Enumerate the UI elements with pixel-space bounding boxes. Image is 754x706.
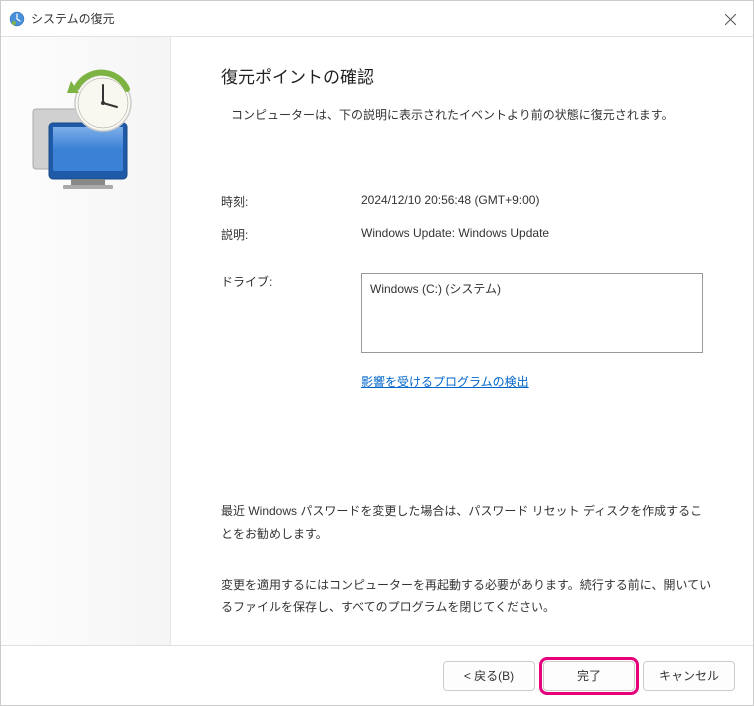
close-button[interactable] (707, 1, 753, 37)
drive-listbox[interactable]: Windows (C:) (システム) (361, 273, 703, 353)
finish-button[interactable]: 完了 (543, 661, 635, 691)
footer-buttons: < 戻る(B) 完了 キャンセル (1, 645, 753, 705)
scan-affected-programs-link[interactable]: 影響を受けるプログラムの検出 (361, 373, 529, 390)
system-restore-dialog: システムの復元 (0, 0, 754, 706)
cancel-button[interactable]: キャンセル (643, 661, 735, 691)
description-label: 説明: (221, 226, 361, 243)
time-label: 時刻: (221, 193, 361, 210)
drive-item: Windows (C:) (システム) (370, 280, 694, 297)
intro-text: コンピューターは、下の説明に表示されたイベントより前の状態に復元されます。 (231, 106, 713, 123)
system-restore-icon (9, 11, 25, 27)
password-note: 最近 Windows パスワードを変更した場合は、パスワード リセット ディスク… (221, 500, 713, 546)
drive-row: ドライブ: Windows (C:) (システム) (221, 273, 713, 353)
description-value: Windows Update: Windows Update (361, 226, 713, 243)
titlebar: システムの復元 (1, 1, 753, 37)
content-area: 復元ポイントの確認 コンピューターは、下の説明に表示されたイベントより前の状態に… (1, 37, 753, 645)
sidebar (1, 37, 171, 645)
window-title: システムの復元 (31, 10, 115, 27)
restart-note: 変更を適用するにはコンピューターを再起動する必要があります。続行する前に、開いて… (221, 574, 713, 620)
description-row: 説明: Windows Update: Windows Update (221, 226, 713, 243)
system-restore-hero-icon (21, 67, 151, 197)
page-heading: 復元ポイントの確認 (221, 63, 713, 88)
time-value: 2024/12/10 20:56:48 (GMT+9:00) (361, 193, 713, 210)
back-button[interactable]: < 戻る(B) (443, 661, 535, 691)
drive-label: ドライブ: (221, 273, 361, 353)
main-panel: 復元ポイントの確認 コンピューターは、下の説明に表示されたイベントより前の状態に… (171, 37, 753, 645)
time-row: 時刻: 2024/12/10 20:56:48 (GMT+9:00) (221, 193, 713, 210)
